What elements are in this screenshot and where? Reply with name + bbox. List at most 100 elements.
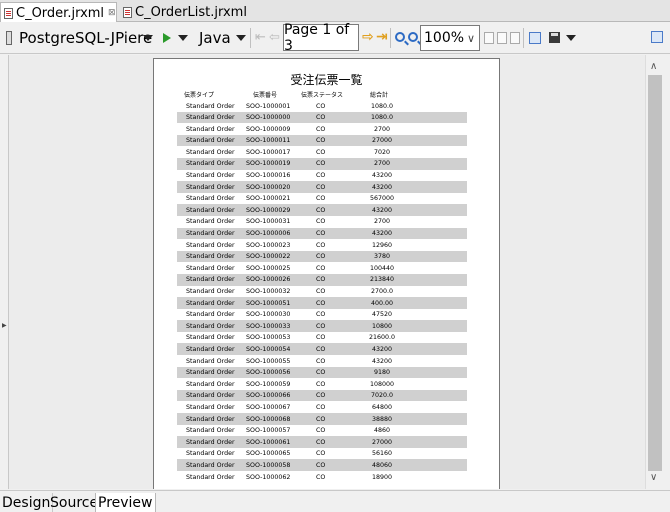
cell-document-no: SOO-1000033 bbox=[246, 322, 291, 330]
cell-type: Standard Order bbox=[186, 137, 235, 145]
cell-document-no: SOO-1000066 bbox=[246, 392, 291, 400]
last-page-icon[interactable]: ⇥ bbox=[376, 29, 388, 45]
cell-document-no: SOO-1000023 bbox=[246, 241, 291, 249]
cell-status: CO bbox=[316, 253, 326, 261]
table-row: Standard Order SOO-1000055 CO 43200 bbox=[177, 355, 467, 367]
cell-status: CO bbox=[316, 403, 326, 411]
cell-total: 1080.0 bbox=[370, 102, 394, 110]
cell-status: CO bbox=[316, 160, 326, 168]
scroll-up-icon[interactable]: ∧ bbox=[650, 61, 657, 72]
cell-document-no: SOO-1000016 bbox=[246, 172, 291, 180]
jaspersoft-editor: C_Order.jrxml ⊠ C_OrderList.jrxml Postgr… bbox=[0, 0, 670, 512]
cell-status: CO bbox=[316, 334, 326, 342]
tab-c-orderlist-label: C_OrderList.jrxml bbox=[135, 4, 247, 20]
cell-document-no: SOO-1000059 bbox=[246, 380, 291, 388]
side-panel-toggle-icon[interactable] bbox=[651, 31, 663, 43]
close-icon[interactable]: ⊠ bbox=[108, 8, 116, 18]
run-dropdown[interactable] bbox=[178, 35, 188, 41]
tab-source[interactable]: Source bbox=[48, 493, 102, 512]
cell-status: CO bbox=[316, 125, 326, 133]
cell-status: CO bbox=[316, 195, 326, 203]
report-page: 受注伝票一覧 伝票タイプ 伝票番号 伝票ステータス 総合計 Standard O… bbox=[153, 58, 500, 489]
cell-document-no: SOO-1000053 bbox=[246, 334, 291, 342]
cell-document-no: SOO-1000019 bbox=[246, 160, 291, 168]
zoom-select[interactable]: 100% ∨ bbox=[420, 25, 480, 51]
cell-type: Standard Order bbox=[186, 392, 235, 400]
cell-status: CO bbox=[316, 137, 326, 145]
cell-total: 43200 bbox=[371, 183, 393, 191]
cell-status: CO bbox=[316, 345, 326, 353]
cell-document-no: SOO-1000056 bbox=[246, 369, 291, 377]
cell-status: CO bbox=[316, 241, 326, 249]
cell-status: CO bbox=[316, 276, 326, 284]
cell-status: CO bbox=[316, 114, 326, 122]
zoom-out-icon[interactable] bbox=[408, 32, 418, 42]
cell-type: Standard Order bbox=[186, 125, 235, 133]
tab-c-order[interactable]: C_Order.jrxml ⊠ bbox=[0, 2, 117, 23]
cell-status: CO bbox=[316, 450, 326, 458]
cell-document-no: SOO-1000000 bbox=[246, 114, 291, 122]
cell-document-no: SOO-1000029 bbox=[246, 206, 291, 214]
tab-design[interactable]: Design bbox=[0, 493, 54, 512]
vertical-scrollbar[interactable]: ∧ ∨ bbox=[645, 55, 663, 489]
table-row: Standard Order SOO-1000009 CO 2700 bbox=[177, 123, 467, 135]
run-report-button[interactable] bbox=[163, 33, 171, 43]
play-icon bbox=[163, 33, 171, 43]
language-label[interactable]: Java bbox=[199, 27, 231, 49]
save-icon[interactable] bbox=[549, 32, 560, 43]
cell-total: 27000 bbox=[371, 137, 393, 145]
cell-type: Standard Order bbox=[186, 288, 235, 295]
next-page-icon[interactable]: ⇨ bbox=[362, 29, 374, 45]
table-row: Standard Order SOO-1000061 CO 27000 bbox=[177, 436, 467, 448]
cell-type: Standard Order bbox=[186, 450, 235, 458]
cell-document-no: SOO-1000009 bbox=[246, 125, 291, 133]
page-indicator[interactable]: Page 1 of 3 bbox=[283, 22, 359, 54]
scrollbar-thumb[interactable] bbox=[648, 75, 662, 471]
cell-status: CO bbox=[316, 438, 326, 446]
cell-status: CO bbox=[316, 299, 326, 307]
expand-arrow-icon[interactable]: ▶ bbox=[2, 322, 7, 329]
report-view-icon[interactable] bbox=[529, 32, 541, 44]
scroll-down-icon[interactable]: ∨ bbox=[650, 472, 657, 483]
previous-page-icon[interactable]: ⇦ bbox=[269, 30, 280, 45]
cell-status: CO bbox=[316, 264, 326, 272]
cell-total: 56160 bbox=[371, 450, 393, 458]
left-collapse-strip[interactable]: ▶ bbox=[0, 55, 8, 489]
tab-c-orderlist[interactable]: C_OrderList.jrxml bbox=[120, 2, 248, 22]
cell-type: Standard Order bbox=[186, 206, 235, 214]
cell-total: 4860 bbox=[373, 427, 391, 435]
fit-page-icon[interactable] bbox=[497, 32, 507, 44]
editor-tab-bar: C_Order.jrxml ⊠ C_OrderList.jrxml bbox=[0, 0, 670, 23]
cell-document-no: SOO-1000026 bbox=[246, 276, 291, 284]
table-row: Standard Order SOO-1000051 CO 400.00 bbox=[177, 297, 467, 309]
export-dropdown[interactable] bbox=[566, 35, 576, 41]
cell-status: CO bbox=[316, 206, 326, 214]
column-header: 伝票タイプ bbox=[183, 92, 214, 99]
table-row: Standard Order SOO-1000030 CO 47520 bbox=[177, 309, 467, 321]
table-row: Standard Order SOO-1000019 CO 2700 bbox=[177, 157, 467, 170]
cell-document-no: SOO-1000030 bbox=[246, 311, 291, 319]
cell-document-no: SOO-1000062 bbox=[246, 473, 291, 481]
zoom-in-icon[interactable] bbox=[395, 32, 405, 42]
datasource-label[interactable]: PostgreSQL-JPiere bbox=[19, 27, 152, 49]
first-page-icon[interactable]: ⇤ bbox=[255, 30, 266, 45]
fit-width-icon[interactable] bbox=[510, 32, 520, 44]
cell-document-no: SOO-1000022 bbox=[246, 253, 291, 261]
chevron-down-icon bbox=[566, 35, 576, 41]
table-row: Standard Order SOO-1000031 CO 2700 bbox=[177, 216, 467, 228]
language-dropdown[interactable] bbox=[236, 35, 246, 41]
datasource-dropdown[interactable] bbox=[143, 35, 153, 41]
table-row: Standard Order SOO-1000026 CO 213840 bbox=[177, 273, 467, 286]
fit-actual-icon[interactable] bbox=[484, 32, 494, 44]
chevron-down-icon bbox=[178, 35, 188, 41]
cell-type: Standard Order bbox=[186, 241, 235, 249]
column-header: 伝票ステータス bbox=[300, 92, 343, 99]
cell-document-no: SOO-1000054 bbox=[246, 345, 291, 353]
table-row: Standard Order SOO-1000000 CO 1080.0 bbox=[177, 111, 467, 124]
table-row: Standard Order SOO-1000066 CO 7020.0 bbox=[177, 389, 467, 402]
cell-document-no: SOO-1000051 bbox=[246, 299, 291, 307]
tab-preview[interactable]: Preview bbox=[95, 493, 156, 512]
table-row: Standard Order SOO-1000022 CO 3780 bbox=[177, 250, 467, 263]
table-row: Standard Order SOO-1000058 CO 48060 bbox=[177, 459, 467, 471]
cell-total: 47520 bbox=[371, 311, 393, 319]
